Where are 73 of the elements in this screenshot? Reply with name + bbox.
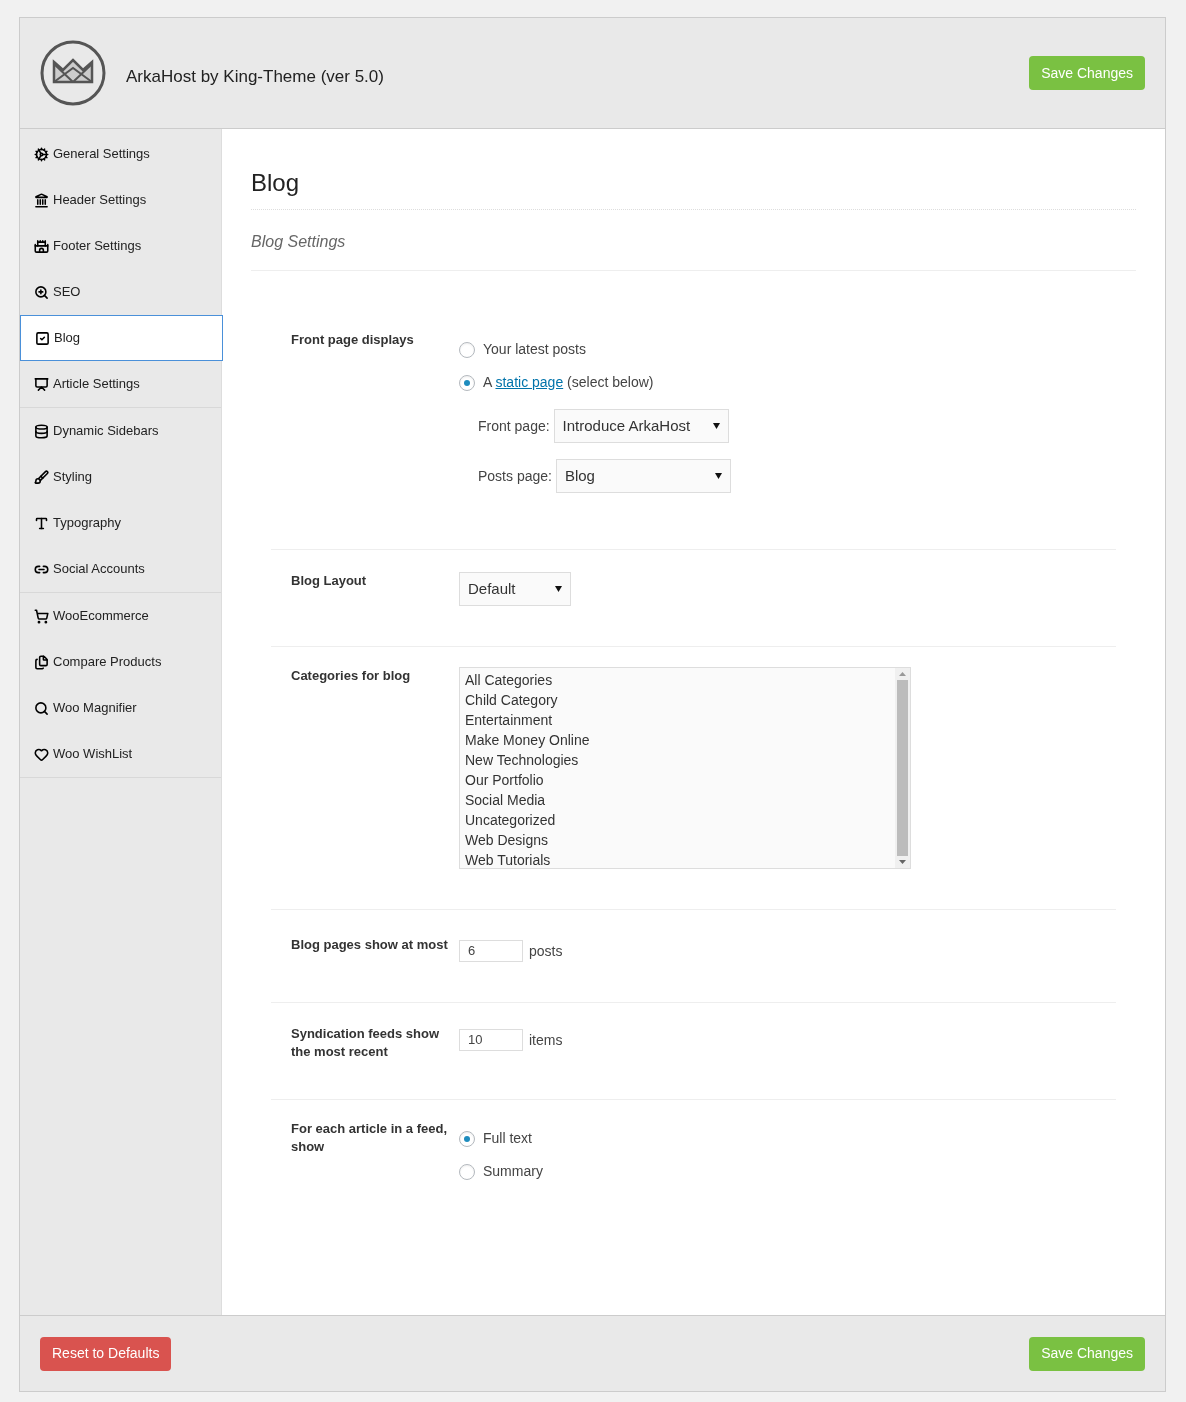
checkbox-icon [35, 330, 50, 346]
field-label: For each article in a feed, show [291, 1120, 449, 1156]
type-icon [34, 515, 49, 531]
sidebar-item[interactable]: Social Accounts [20, 546, 221, 592]
sidebar-item[interactable]: General Settings [20, 131, 221, 177]
dropdown[interactable]: Blog [555, 459, 731, 493]
field-label: Syndication feeds show the most recent [291, 1025, 441, 1061]
reset-button[interactable]: Reset to Defaults [40, 1336, 172, 1371]
caret-icon [555, 586, 562, 592]
scrollbar[interactable] [895, 668, 910, 868]
caret-icon [714, 473, 722, 479]
number-field[interactable]: 10 [459, 1029, 523, 1051]
sidebar-item[interactable]: Compare Products [20, 639, 221, 685]
sidebar-item[interactable]: Dynamic Sidebars [20, 408, 221, 454]
number-field[interactable]: 6 [459, 940, 523, 962]
list-option[interactable]: Entertainment [465, 710, 895, 730]
section-subtitle: Blog Settings [251, 210, 1136, 271]
gears-icon [34, 146, 49, 162]
sidebar-item[interactable]: Typography [20, 500, 221, 546]
list-option[interactable]: All Categories [465, 670, 895, 690]
sidebar-item[interactable]: Woo Magnifier [20, 685, 221, 731]
field-label: Categories for blog [291, 667, 412, 685]
page-title: Blog [251, 165, 1136, 210]
easel-icon [34, 376, 49, 392]
list-option[interactable]: Web Designs [465, 830, 895, 850]
dropdown[interactable]: Introduce ArkaHost [553, 409, 729, 443]
radio-button[interactable] [459, 1163, 475, 1180]
crown-logo [40, 40, 106, 106]
sidebar-item[interactable]: Article Settings [20, 361, 221, 407]
option-label: Full text [483, 1129, 532, 1148]
option-label: A static page (select below) [483, 373, 654, 392]
building-icon [34, 192, 49, 208]
files-icon [34, 654, 49, 670]
list-option[interactable]: Child Category [465, 690, 895, 710]
sidebar-item[interactable]: WooEcommerce [20, 593, 221, 639]
scroll-up-icon[interactable] [899, 672, 906, 676]
select-label: Front page: [478, 416, 550, 436]
field-label: Blog Layout [291, 572, 368, 590]
sidebar-item[interactable]: Styling [20, 454, 221, 500]
heart-icon [34, 746, 49, 762]
plugin-title: ArkaHost by King-Theme (ver 5.0) [126, 66, 384, 89]
list-option[interactable]: Make Money Online [465, 730, 895, 750]
sidebar-item[interactable]: Header Settings [20, 177, 221, 223]
sidebar-item[interactable]: SEO [20, 269, 221, 315]
zoom-icon [34, 284, 49, 300]
field-label: Front page displays [291, 331, 415, 349]
list-option[interactable]: Our Portfolio [465, 770, 895, 790]
scroll-down-icon[interactable] [899, 860, 906, 864]
brush-icon [34, 469, 49, 485]
category-listbox[interactable]: All Categories Child Category Entertainment Make Money Online New Technologies Our Portfolio Social Media Uncategorized Web Designs Web Tutorials [459, 667, 911, 869]
static-page-link[interactable]: static page [495, 374, 564, 390]
sidebar-item[interactable]: Footer Settings [20, 223, 221, 269]
list-option[interactable]: Web Tutorials [465, 850, 895, 870]
cart-icon [34, 608, 49, 624]
unit-label: posts [529, 941, 563, 961]
unit-label: items [529, 1030, 563, 1050]
dropdown[interactable]: Default [459, 572, 571, 606]
radio-button[interactable] [459, 374, 475, 391]
sidebar-item[interactable]: Blog [20, 315, 223, 361]
list-option[interactable]: New Technologies [465, 750, 895, 770]
list-option[interactable]: Social Media [465, 790, 895, 810]
caret-icon [712, 423, 720, 429]
database-icon [34, 423, 49, 439]
sidebar-item[interactable]: Woo WishList [20, 731, 221, 777]
option-label: Summary [483, 1162, 543, 1181]
radio-button[interactable] [459, 341, 475, 358]
search-icon [34, 700, 49, 716]
list-option[interactable]: Uncategorized [465, 810, 895, 830]
field-label: Blog pages show at most [291, 936, 449, 954]
option-label: Your latest posts [483, 340, 586, 359]
radio-button[interactable] [459, 1130, 475, 1147]
select-label: Posts page: [478, 466, 552, 486]
castle-icon [34, 238, 49, 254]
